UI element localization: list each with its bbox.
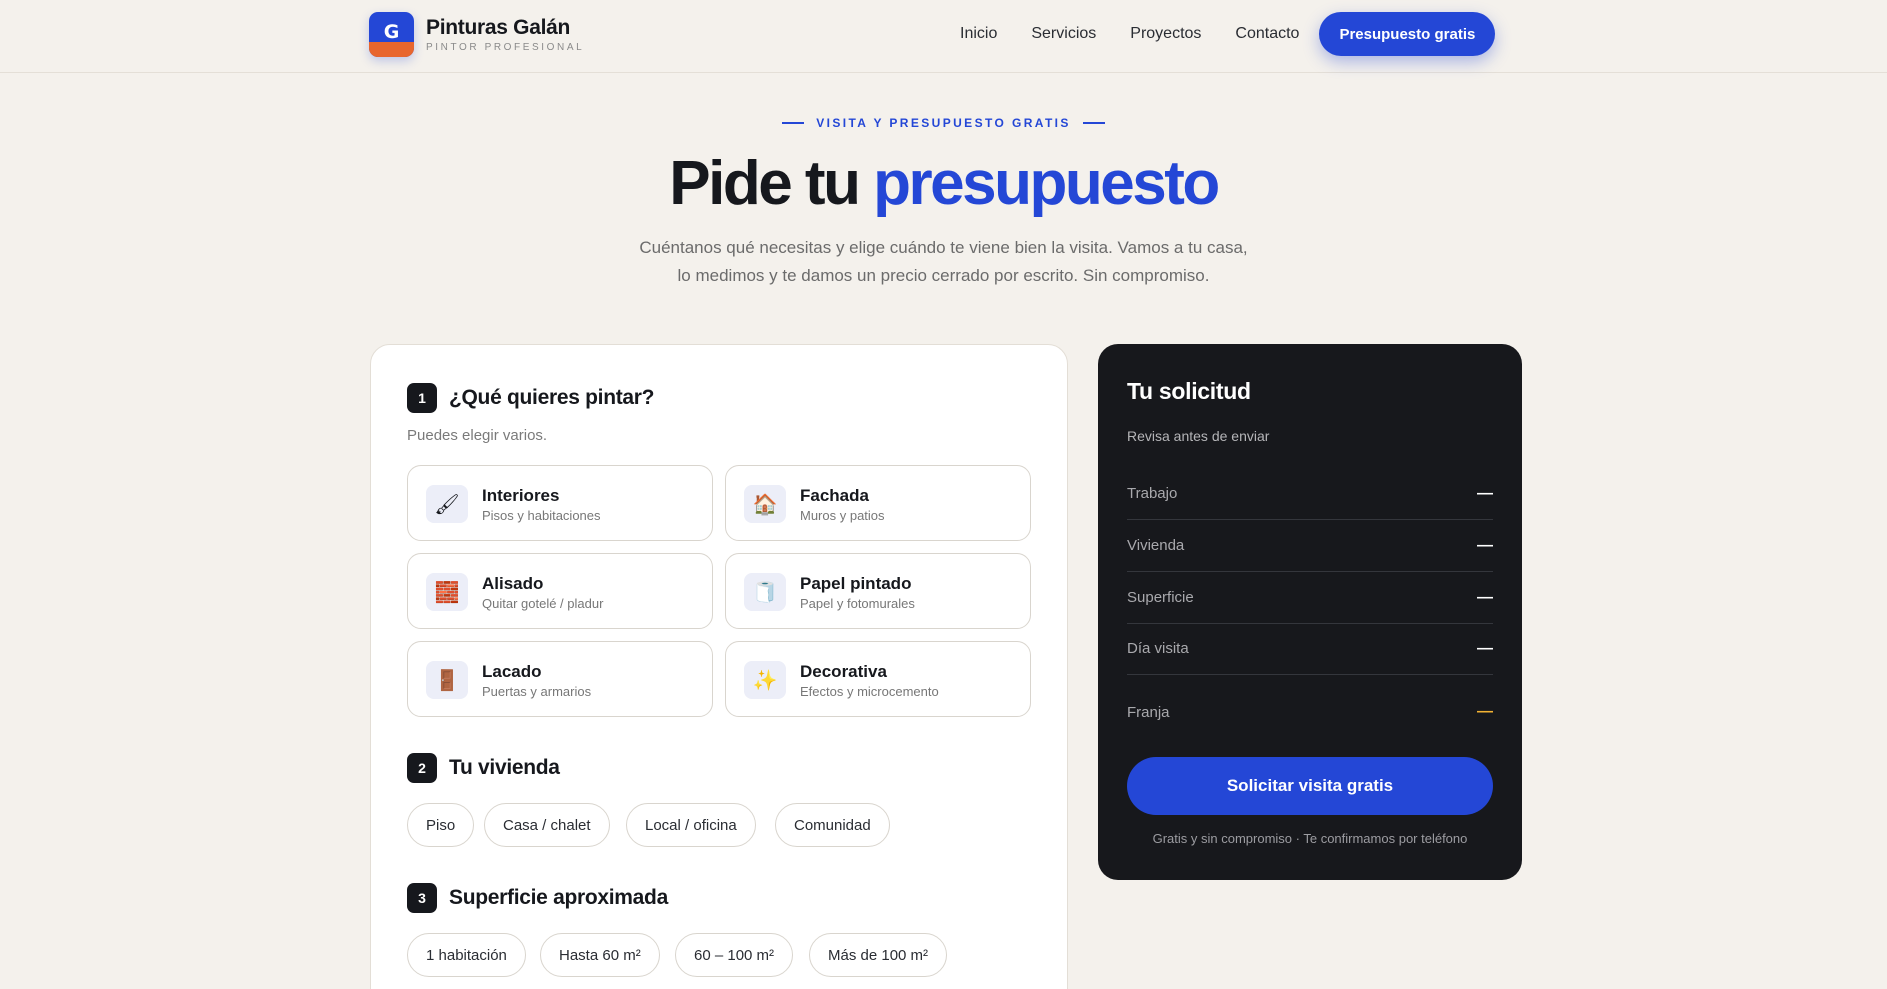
brand-logo[interactable]: G Pinturas Galán PINTOR PROFESIONAL (369, 12, 584, 57)
option-subtitle: Papel y fotomurales (800, 596, 915, 611)
service-option-alisado[interactable]: 🧱 Alisado Quitar gotelé / pladur (407, 553, 713, 629)
quote-form: 1 ¿Qué quieres pintar? Puedes elegir var… (370, 344, 1068, 989)
subtitle-line: Cuéntanos qué necesitas y elige cuándo t… (639, 238, 1248, 257)
request-summary-card: Tu solicitud Revisa antes de enviar Trab… (1098, 344, 1522, 880)
nav-link-contacto[interactable]: Contacto (1235, 25, 1299, 43)
summary-note: Gratis y sin compromiso · Te confirmamos… (1152, 831, 1468, 846)
option-title: Alisado (482, 574, 544, 593)
housing-option-casa[interactable]: Casa / chalet (484, 803, 610, 847)
paintbrush-icon: 🖌 (426, 485, 468, 523)
summary-subtitle: Revisa antes de enviar (1127, 428, 1270, 444)
step-title: ¿Qué quieres pintar? (449, 386, 655, 409)
step-title: Superficie aproximada (449, 886, 668, 909)
summary-row-label: Franja (1127, 703, 1170, 721)
surface-option-mas-100[interactable]: Más de 100 m² (809, 933, 948, 977)
eyebrow-text: VISITA Y PRESUPUESTO GRATIS (816, 116, 1071, 130)
brand-tagline: PINTOR PROFESIONAL (426, 42, 585, 53)
option-title: Papel pintado (800, 574, 912, 593)
option-title: Decorativa (800, 662, 887, 681)
request-visit-button[interactable]: Solicitar visita gratis (1127, 757, 1493, 815)
main-nav: Inicio Servicios Proyectos Contacto Pres… (960, 12, 1496, 56)
step-header: 1 ¿Qué quieres pintar? (407, 383, 655, 413)
door-icon: 🚪 (426, 661, 468, 699)
summary-row-superficie: Superficie — (1127, 572, 1493, 624)
summary-row-value: — (1477, 588, 1493, 606)
service-option-decorativa[interactable]: ✨ Decorativa Efectos y microcemento (725, 641, 1031, 717)
summary-row-label: Día visita (1127, 640, 1189, 657)
summary-row-value: — (1477, 484, 1493, 502)
surface-option-hasta-60[interactable]: Hasta 60 m² (540, 933, 660, 977)
title-main: Pide tu (669, 149, 874, 218)
site-header: G Pinturas Galán PINTOR PROFESIONAL Inic… (0, 0, 1887, 73)
summary-row-value: — (1477, 703, 1493, 720)
summary-row-label: Trabajo (1127, 485, 1178, 502)
brand-name: Pinturas Galán (426, 16, 571, 39)
hero-eyebrow: VISITA Y PRESUPUESTO GRATIS (0, 116, 1887, 130)
sparkles-icon: ✨ (744, 661, 786, 699)
summary-row-label: Vivienda (1127, 537, 1185, 554)
summary-row-franja: Franja — (1127, 686, 1493, 738)
page-subtitle: Cuéntanos qué necesitas y elige cuándo t… (600, 234, 1287, 290)
step-hint: Puedes elegir varios. (407, 427, 548, 444)
option-title: Lacado (482, 662, 542, 681)
service-option-lacado[interactable]: 🚪 Lacado Puertas y armarios (407, 641, 713, 717)
page-title: Pide tu presupuesto (0, 148, 1887, 219)
housing-option-piso[interactable]: Piso (407, 803, 475, 847)
summary-row-dia-visita: Día visita — (1127, 623, 1493, 675)
summary-row-trabajo: Trabajo — (1127, 468, 1493, 520)
surface-option-60-100[interactable]: 60 – 100 m² (675, 933, 794, 977)
step-title: Tu vivienda (449, 756, 560, 779)
nav-link-inicio[interactable]: Inicio (960, 25, 997, 43)
step-number: 2 (407, 753, 437, 783)
eyebrow-line-right (1082, 122, 1105, 124)
step-number: 1 (407, 383, 437, 413)
nav-link-proyectos[interactable]: Proyectos (1130, 25, 1201, 43)
option-subtitle: Puertas y armarios (482, 684, 592, 699)
service-option-fachada[interactable]: 🏠 Fachada Muros y patios (725, 465, 1031, 541)
summary-row-label: Superficie (1127, 589, 1194, 606)
step-header: 3 Superficie aproximada (407, 883, 668, 913)
surface-option-1-habitacion[interactable]: 1 habitación (407, 933, 526, 977)
option-subtitle: Muros y patios (800, 508, 885, 523)
service-option-papel-pintado[interactable]: 🧻 Papel pintado Papel y fotomurales (725, 553, 1031, 629)
logo-mark-icon: G (369, 12, 414, 57)
eyebrow-line-left (782, 122, 805, 124)
subtitle-line: lo medimos y te damos un precio cerrado … (677, 266, 1210, 285)
title-accent: presupuesto (873, 149, 1220, 218)
nav-link-servicios[interactable]: Servicios (1031, 25, 1096, 43)
housing-option-comunidad[interactable]: Comunidad (775, 803, 890, 847)
summary-row-value: — (1477, 536, 1493, 554)
summary-title: Tu solicitud (1127, 378, 1251, 404)
option-subtitle: Quitar gotelé / pladur (482, 596, 604, 611)
service-option-interiores[interactable]: 🖌 Interiores Pisos y habitaciones (407, 465, 713, 541)
paper-roll-icon: 🧻 (744, 573, 786, 611)
step-header: 2 Tu vivienda (407, 753, 560, 783)
option-subtitle: Pisos y habitaciones (482, 508, 601, 523)
summary-row-value: — (1477, 639, 1493, 657)
option-title: Interiores (482, 486, 560, 505)
free-quote-button[interactable]: Presupuesto gratis (1319, 12, 1496, 56)
house-icon: 🏠 (744, 485, 786, 523)
housing-option-local[interactable]: Local / oficina (626, 803, 756, 847)
summary-row-vivienda: Vivienda — (1127, 520, 1493, 572)
option-subtitle: Efectos y microcemento (800, 684, 939, 699)
brick-icon: 🧱 (426, 573, 468, 611)
step-number: 3 (407, 883, 437, 913)
option-title: Fachada (800, 486, 869, 505)
